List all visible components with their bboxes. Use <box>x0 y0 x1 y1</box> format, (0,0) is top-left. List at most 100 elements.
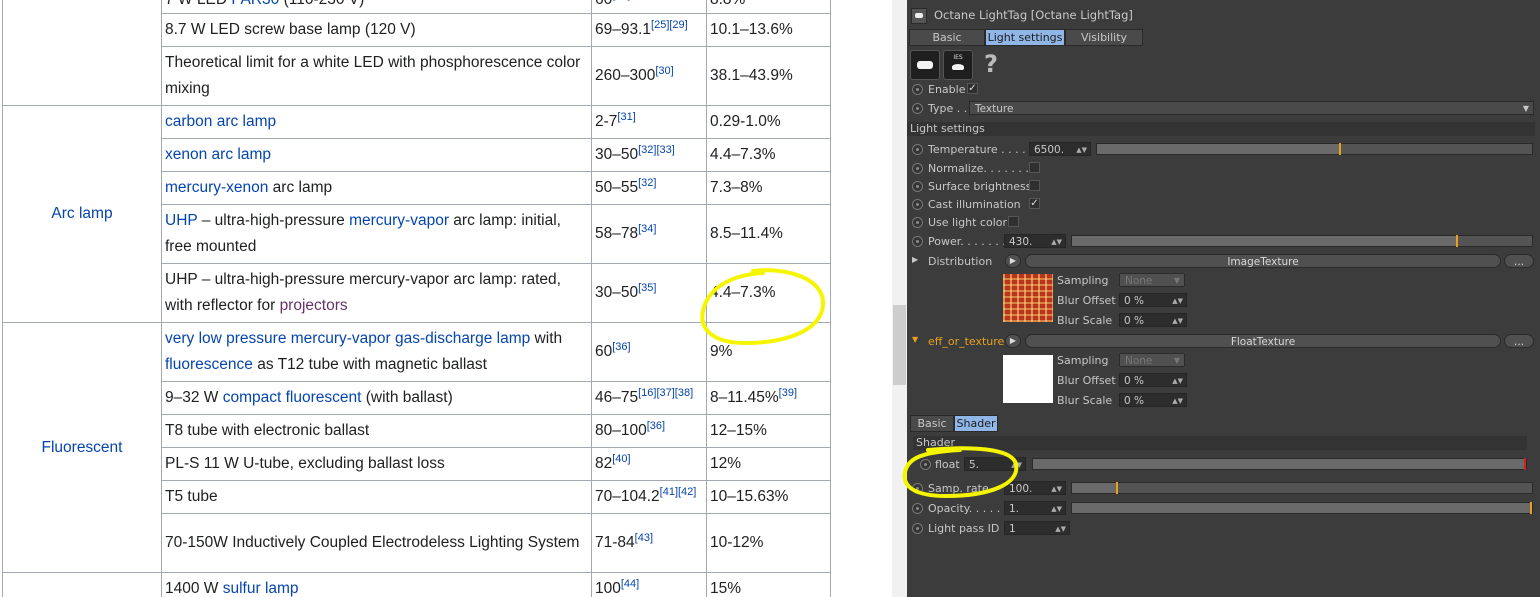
citation-link[interactable]: [32][33] <box>638 144 675 156</box>
surface-brightness-checkbox[interactable] <box>1029 180 1040 191</box>
wiki-link[interactable]: mercury-xenon <box>165 179 268 196</box>
subtab-shader[interactable]: Shader <box>954 415 998 432</box>
sampling-dropdown[interactable]: None ▼ <box>1119 353 1185 367</box>
technology-cell: 8.7 W LED screw base lamp (120 V) <box>161 13 592 47</box>
temperature-keyframe-radio[interactable] <box>912 144 923 155</box>
citation-link[interactable]: [44] <box>621 578 639 590</box>
float-texture-preview <box>1003 355 1053 403</box>
help-icon[interactable]: ? <box>984 50 998 78</box>
eff-expand-arrow-icon[interactable]: ▼ <box>912 335 918 344</box>
samp-rate-keyframe-radio[interactable] <box>912 483 923 494</box>
citation-link[interactable]: [30] <box>655 65 673 77</box>
light-pass-id-input[interactable]: 1 ▲▼ <box>1004 521 1070 535</box>
cast-illumination-keyframe-radio[interactable] <box>912 199 923 210</box>
efficiency-cell: 8.8% <box>706 0 831 14</box>
eff-more-button[interactable]: ... <box>1504 334 1534 348</box>
type-dropdown[interactable]: Texture ▼ <box>969 101 1534 115</box>
type-label: Type . . <box>928 102 968 115</box>
citation-link[interactable]: [41][42] <box>660 486 697 498</box>
efficiency-cell: 9% <box>706 322 831 382</box>
power-keyframe-radio[interactable] <box>912 236 923 247</box>
tab-light-settings[interactable]: Light settings <box>985 29 1065 46</box>
citation-link[interactable]: [32] <box>638 177 656 189</box>
blur-scale-label: Blur Scale <box>1057 314 1113 327</box>
surface-brightness-keyframe-radio[interactable] <box>912 181 923 192</box>
wiki-link[interactable]: xenon arc lamp <box>165 146 271 163</box>
technology-cell: Theoretical limit for a white LED with p… <box>161 46 592 106</box>
ies-light-icon-button[interactable]: IES <box>943 50 973 80</box>
wiki-link[interactable]: carbon arc lamp <box>165 113 276 130</box>
blur-offset-input[interactable]: 0 % ▲▼ <box>1119 293 1187 307</box>
blur-scale-label: Blur Scale <box>1057 394 1113 407</box>
category-arc-lamp[interactable]: Arc lamp <box>2 105 162 323</box>
wiki-link[interactable]: projectors <box>280 297 348 314</box>
cast-illumination-checkbox[interactable]: ✓ <box>1029 198 1040 209</box>
technology-cell: T8 tube with electronic ballast <box>161 414 592 448</box>
citation-link[interactable]: [43] <box>635 532 653 544</box>
wiki-link[interactable]: fluorescence <box>165 356 253 373</box>
eff-arrow-button[interactable]: ▶ <box>1005 334 1021 348</box>
float-texture-button[interactable]: FloatTexture <box>1025 334 1501 348</box>
blur-scale-input[interactable]: 0 % ▲▼ <box>1119 313 1187 327</box>
page-scrollbar-track[interactable] <box>892 0 907 597</box>
blur-offset-label: Blur Offset <box>1057 374 1116 387</box>
wiki-link[interactable]: UHP <box>165 212 197 229</box>
blur-offset-input[interactable]: 0 % ▲▼ <box>1119 373 1187 387</box>
enable-keyframe-radio[interactable] <box>912 84 923 95</box>
efficacy-cell: 260–300[30] <box>591 46 707 106</box>
light-pass-id-keyframe-radio[interactable] <box>912 523 923 534</box>
wiki-link[interactable]: PAR30 <box>231 0 279 8</box>
tab-basic[interactable]: Basic <box>909 29 985 46</box>
power-input[interactable]: 430. ▲▼ <box>1004 234 1066 248</box>
samp-rate-slider[interactable] <box>1071 482 1533 494</box>
wiki-link[interactable]: sulfur lamp <box>223 580 299 597</box>
normalize-checkbox[interactable] <box>1029 162 1040 173</box>
table-row: Arc lamp carbon arc lamp 2-7[31] 0.29-1.0% <box>2 105 831 323</box>
temperature-input[interactable]: 6500. ▲▼ <box>1029 142 1091 156</box>
distribution-expand-arrow-icon[interactable]: ▶ <box>912 255 918 264</box>
distribution-more-button[interactable]: ... <box>1504 254 1534 268</box>
use-light-color-checkbox[interactable] <box>1008 216 1019 227</box>
type-keyframe-radio[interactable] <box>912 103 923 114</box>
opacity-input[interactable]: 1. ▲▼ <box>1004 501 1066 515</box>
citation-link[interactable]: [34] <box>638 223 656 235</box>
samp-rate-input[interactable]: 100. ▲▼ <box>1004 481 1066 495</box>
cast-illumination-label: Cast illumination <box>928 198 1021 211</box>
use-light-color-keyframe-radio[interactable] <box>912 217 923 228</box>
citation-link[interactable]: [16][37][38] <box>638 387 693 399</box>
wiki-link[interactable]: compact fluorescent <box>223 389 362 406</box>
wiki-link[interactable]: mercury-vapor <box>349 212 449 229</box>
citation-link[interactable]: [40] <box>612 453 630 465</box>
citation-link[interactable]: [28] <box>612 0 630 1</box>
temperature-slider[interactable] <box>1096 143 1533 155</box>
attribute-manager-panel: Octane LightTag [Octane LightTag] Basic … <box>907 0 1540 597</box>
blur-scale-input[interactable]: 0 % ▲▼ <box>1119 393 1187 407</box>
sampling-dropdown[interactable]: None ▼ <box>1119 273 1185 287</box>
citation-link[interactable]: [36] <box>612 341 630 353</box>
efficiency-cell: 4.4–7.3% <box>706 138 831 172</box>
float-keyframe-radio[interactable] <box>920 459 931 470</box>
wiki-link[interactable]: very low pressure mercury-vapor gas-disc… <box>165 330 530 347</box>
citation-link[interactable]: [39] <box>779 387 797 399</box>
float-slider[interactable] <box>1032 458 1527 470</box>
distribution-arrow-button[interactable]: ▶ <box>1005 254 1021 268</box>
light-tag-icon-button[interactable] <box>910 50 940 80</box>
efficacy-cell: 50–55[32] <box>591 171 707 205</box>
opacity-keyframe-radio[interactable] <box>912 503 923 514</box>
float-input[interactable]: 5. ▲▼ <box>964 457 1026 471</box>
category-fluorescent[interactable]: Fluorescent <box>2 322 162 573</box>
normalize-keyframe-radio[interactable] <box>912 163 923 174</box>
efficacy-cell: 69–93.1[25][29] <box>591 13 707 47</box>
citation-link[interactable]: [25][29] <box>651 19 688 31</box>
enable-checkbox[interactable]: ✓ <box>967 83 978 94</box>
citation-link[interactable]: [36] <box>647 420 665 432</box>
image-texture-button[interactable]: ImageTexture <box>1025 254 1501 268</box>
technology-cell: 1400 W sulfur lamp <box>161 572 592 597</box>
page-scrollbar-thumb[interactable] <box>893 305 906 385</box>
power-slider[interactable] <box>1071 235 1533 247</box>
citation-link[interactable]: [35] <box>638 282 656 294</box>
subtab-basic[interactable]: Basic <box>910 415 954 432</box>
citation-link[interactable]: [31] <box>617 111 635 123</box>
tab-visibility[interactable]: Visibility <box>1065 29 1143 46</box>
opacity-slider[interactable] <box>1071 502 1533 514</box>
